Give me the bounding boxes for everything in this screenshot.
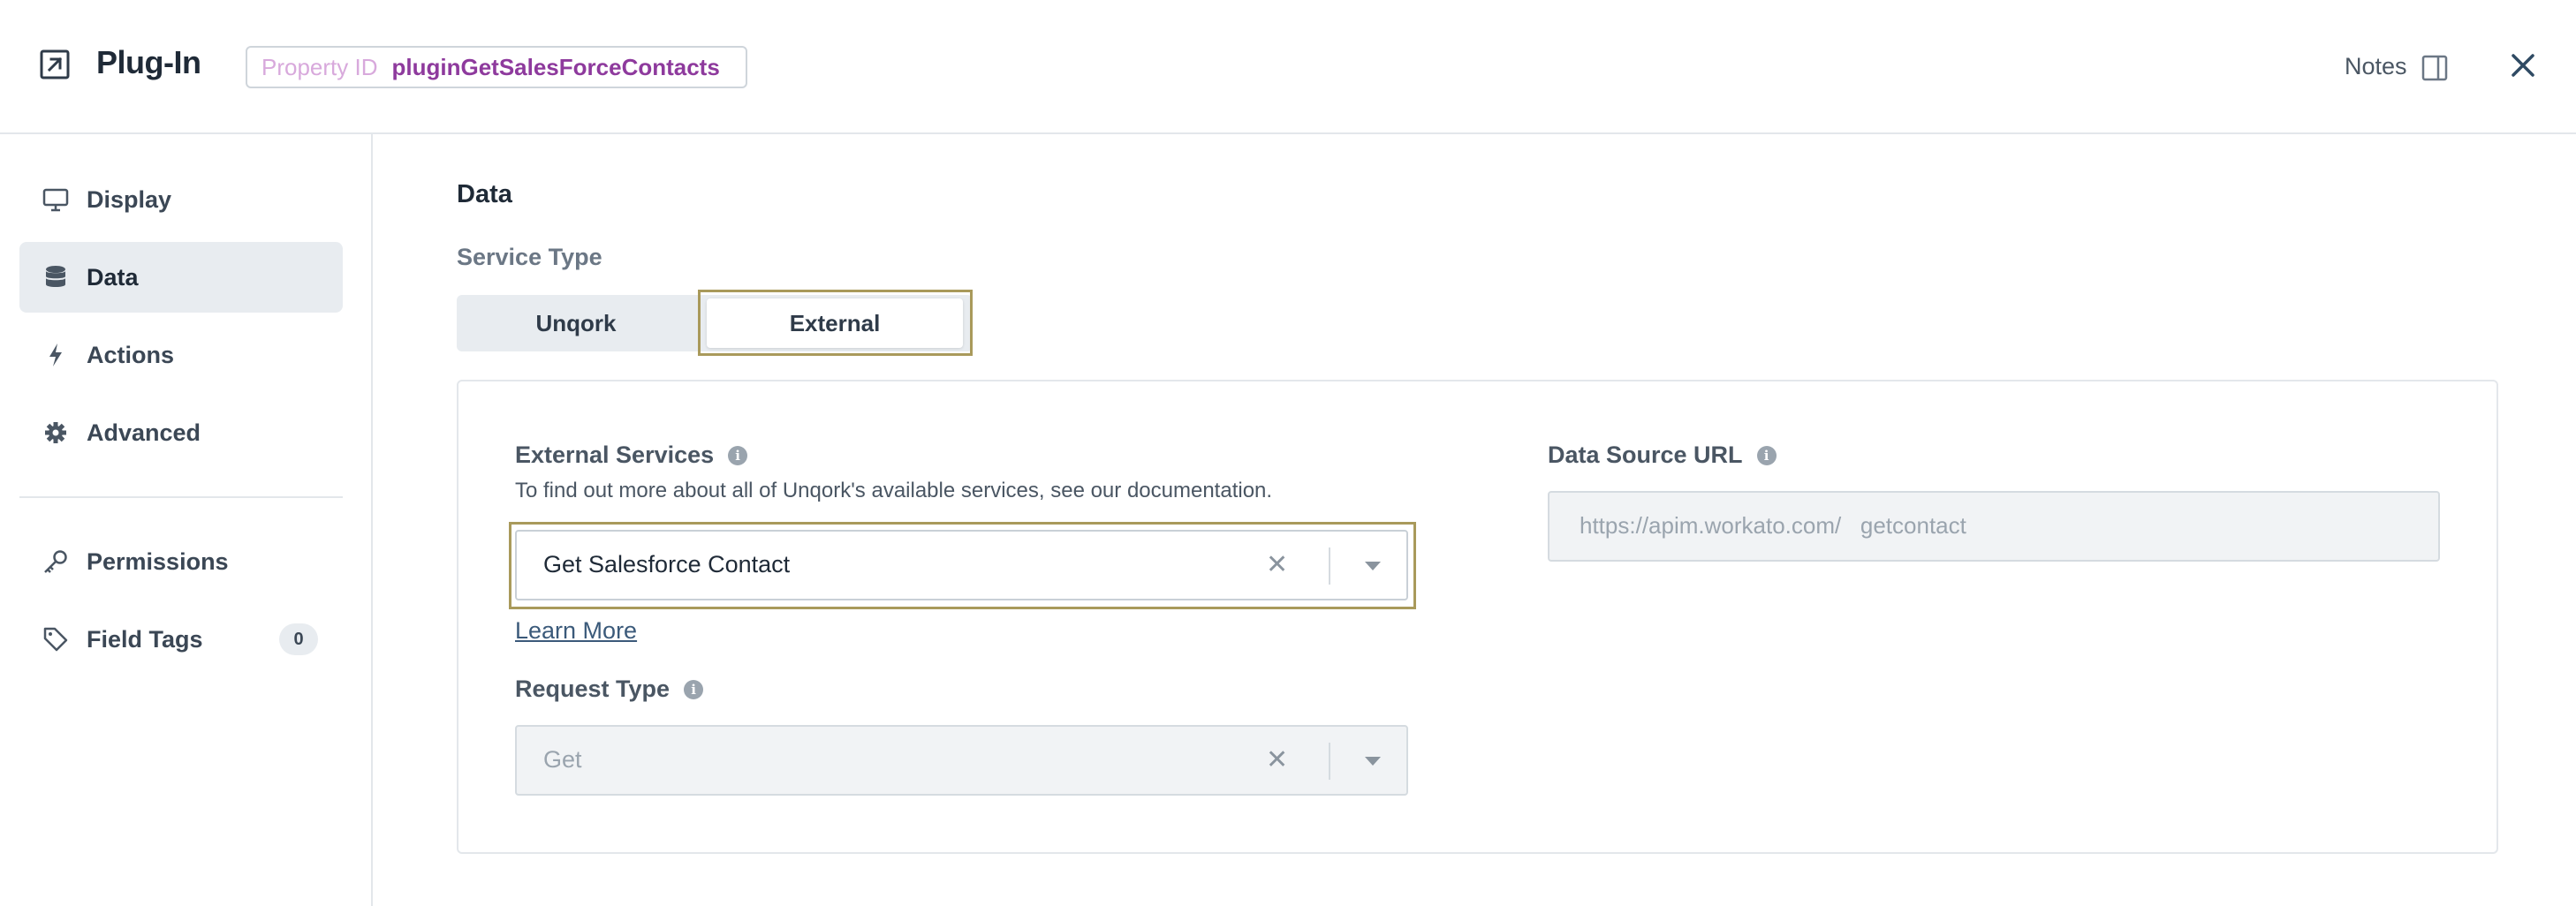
external-link-icon <box>40 49 70 79</box>
monitor-icon <box>42 186 69 213</box>
close-icon[interactable] <box>2509 51 2537 79</box>
service-type-external-option[interactable]: External <box>707 298 963 348</box>
select-separator <box>1329 547 1330 585</box>
request-type-value: Get <box>543 746 582 773</box>
request-type-label-text: Request Type <box>515 676 671 702</box>
external-services-select[interactable]: Get Salesforce Contact ✕ <box>515 530 1408 600</box>
section-title: Data <box>457 180 512 208</box>
learn-more-link[interactable]: Learn More <box>515 617 637 645</box>
external-services-value: Get Salesforce Contact <box>543 551 791 578</box>
lightning-icon <box>42 342 69 368</box>
sidebar-divider <box>19 496 343 498</box>
clear-icon[interactable]: ✕ <box>1266 549 1288 580</box>
side-panel-icon[interactable] <box>2421 55 2448 81</box>
database-icon <box>42 264 69 291</box>
request-type-label: Request Type i <box>515 676 704 703</box>
property-id-value: pluginGetSalesForceContacts <box>391 53 720 80</box>
tag-icon <box>42 626 69 653</box>
sidebar-item-field-tags[interactable]: Field Tags 0 <box>19 604 343 675</box>
data-source-url-label-text: Data Source URL <box>1548 442 1743 468</box>
sidebar-item-label: Permissions <box>87 547 229 575</box>
data-source-url-label: Data Source URL i <box>1548 442 1777 469</box>
sidebar: Display Data Actions Advanced Permission… <box>0 134 373 906</box>
field-tags-count-badge: 0 <box>279 623 318 655</box>
sidebar-item-advanced[interactable]: Advanced <box>19 397 343 468</box>
info-icon[interactable]: i <box>728 445 748 465</box>
select-separator <box>1329 743 1330 780</box>
sidebar-item-data[interactable]: Data <box>19 242 343 313</box>
info-icon[interactable]: i <box>1756 445 1777 465</box>
chevron-down-icon[interactable] <box>1365 562 1381 570</box>
clear-icon: ✕ <box>1266 745 1289 774</box>
header-bar: Plug-In Property ID pluginGetSalesForceC… <box>0 0 2576 134</box>
service-type-label: Service Type <box>457 244 602 270</box>
service-type-unqork-option[interactable]: Unqork <box>457 295 695 351</box>
data-source-url-field: https://apim.workato.com/ getcontact <box>1548 491 2440 562</box>
external-services-help-text: To find out more about all of Unqork's a… <box>515 479 1273 502</box>
sidebar-item-label: Display <box>87 185 172 213</box>
notes-button[interactable]: Notes <box>2345 53 2407 80</box>
data-source-url-value: https://apim.workato.com/ getcontact <box>1580 512 1966 539</box>
sidebar-item-permissions[interactable]: Permissions <box>19 526 343 597</box>
property-id-label: Property ID <box>261 53 378 80</box>
info-icon[interactable]: i <box>684 679 704 699</box>
sidebar-item-display[interactable]: Display <box>19 164 343 235</box>
gear-icon <box>42 419 69 446</box>
sidebar-item-label: Data <box>87 263 139 291</box>
external-services-label-text: External Services <box>515 442 715 468</box>
page-title: Plug-In <box>96 44 201 80</box>
property-id-badge: Property ID pluginGetSalesForceContacts <box>246 46 747 88</box>
sidebar-item-actions[interactable]: Actions <box>19 320 343 390</box>
sidebar-item-label: Field Tags <box>87 625 203 653</box>
chevron-down-icon <box>1365 757 1381 766</box>
external-services-label: External Services i <box>515 442 748 469</box>
key-icon <box>42 548 69 575</box>
sidebar-item-label: Advanced <box>87 419 201 446</box>
request-type-select: Get ✕ <box>515 725 1408 796</box>
sidebar-item-label: Actions <box>87 341 175 368</box>
